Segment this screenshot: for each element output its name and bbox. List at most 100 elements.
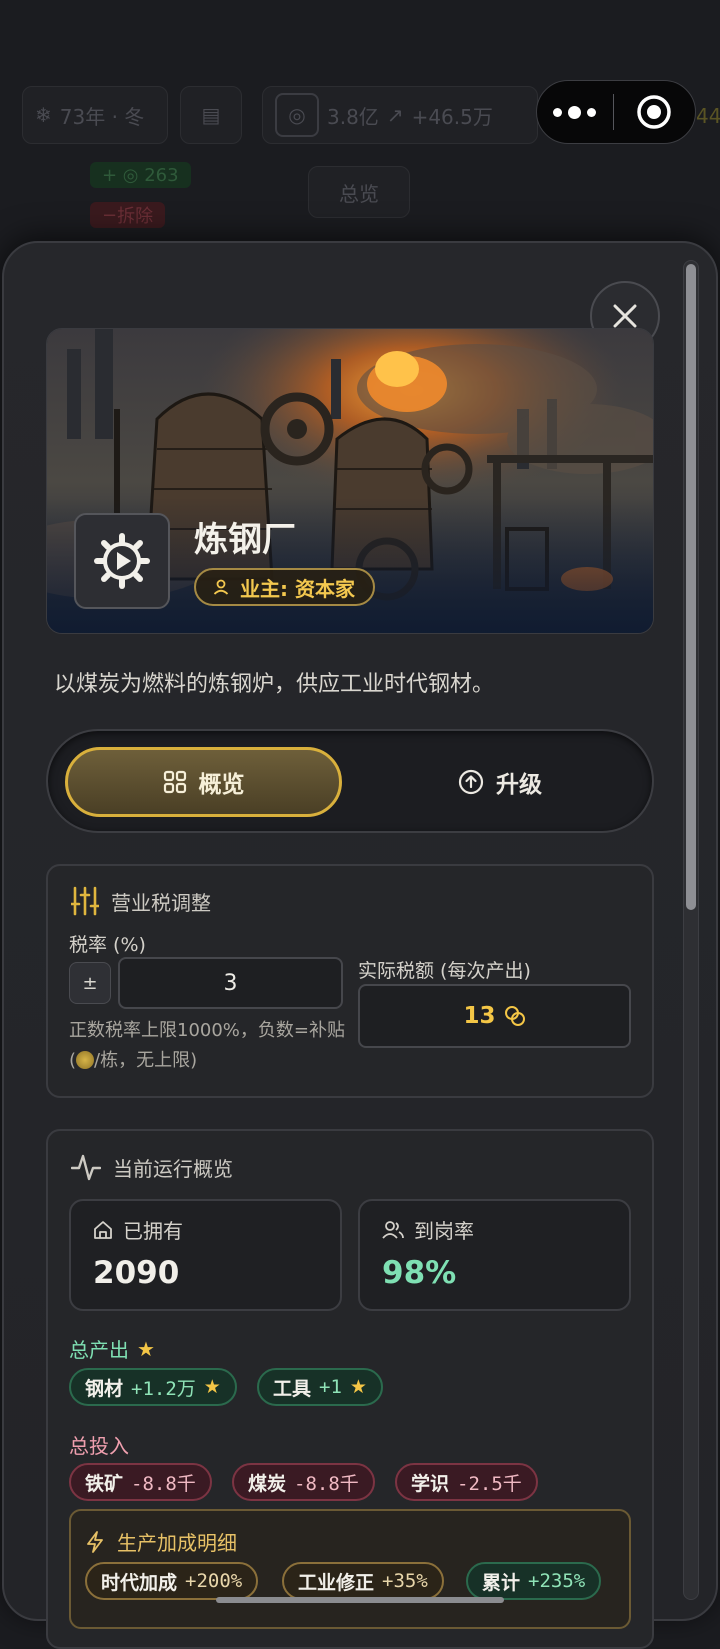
- owned-stat: 已拥有 2090: [69, 1199, 342, 1311]
- mini-program-capsule: [536, 80, 696, 144]
- trend-icon: ↗: [386, 103, 404, 127]
- activity-icon: [71, 1154, 101, 1181]
- arrow-up-circle-icon: [458, 769, 484, 795]
- actual-tax-label: 实际税额 (每次产出): [358, 960, 531, 982]
- bonus-value: +200%: [185, 1570, 243, 1592]
- tax-hint-text-2: /栋，无上限): [94, 1050, 198, 1071]
- year-text: 73年 · 冬: [59, 104, 145, 129]
- bonus-title-text: 生产加成明细: [117, 1531, 237, 1555]
- bonus-pill-total: 累计 +235%: [466, 1562, 602, 1600]
- input-name: 学识: [411, 1472, 450, 1495]
- target-icon: [637, 95, 671, 129]
- attendance-stat: 到岗率 98%: [358, 1199, 631, 1311]
- attendance-label-text: 到岗率: [414, 1219, 474, 1243]
- home-icon: [94, 1220, 112, 1239]
- owned-label-text: 已拥有: [123, 1219, 183, 1243]
- bonus-pill-industry: 工业修正 +35%: [282, 1562, 444, 1600]
- input-name: 煤炭: [248, 1472, 287, 1495]
- owned-value: 2090: [93, 1255, 180, 1291]
- bonus-name: 工业修正: [298, 1571, 375, 1594]
- input-pill-iron: 铁矿 -8.8千: [69, 1463, 212, 1501]
- right-number: 44: [696, 104, 720, 128]
- money-trend-text: +46.5万: [411, 104, 493, 129]
- overview-bg-button: 总览: [308, 166, 410, 218]
- output-value: +1.2万: [131, 1377, 196, 1400]
- tab-overview[interactable]: 概览: [65, 747, 342, 817]
- star-icon: ★: [203, 1376, 221, 1398]
- overview-title-text: 当前运行概览: [113, 1156, 233, 1181]
- output-value: +1: [319, 1376, 342, 1398]
- demolish-chip: − 拆除: [90, 202, 166, 228]
- bonus-value: +235%: [528, 1570, 586, 1592]
- sign-toggle-button[interactable]: ±: [69, 962, 111, 1004]
- output-name: 工具: [273, 1377, 312, 1400]
- building-description: 以煤炭为燃料的炼钢炉，供应工业时代钢材。: [54, 672, 495, 697]
- ledger-chip: ▤: [180, 86, 242, 144]
- coins-icon: ◎: [275, 93, 319, 137]
- dot-icon: [568, 105, 582, 119]
- sliders-icon: [71, 886, 99, 916]
- coin-icon: [76, 1051, 95, 1069]
- snowflake-icon: ❄: [35, 103, 52, 127]
- building-icon-tile: [74, 513, 170, 609]
- green-count-chip: + ◎ 263: [90, 162, 191, 188]
- output-name: 钢材: [85, 1377, 124, 1400]
- tax-card-title: 营业税调整: [71, 886, 211, 916]
- tax-rate-input[interactable]: [118, 957, 343, 1009]
- attendance-value: 98%: [382, 1255, 457, 1291]
- overview-bg-text: 总览: [339, 181, 379, 206]
- building-name: 炼钢厂: [194, 520, 296, 560]
- close-icon: [613, 304, 637, 328]
- input-value: -8.8千: [131, 1472, 196, 1495]
- bonus-value: +35%: [382, 1570, 428, 1592]
- tab-upgrade[interactable]: 升级: [362, 747, 638, 817]
- lightning-icon: [87, 1530, 103, 1553]
- overview-card-title: 当前运行概览: [71, 1152, 233, 1182]
- owner-text: 业主: 资本家: [240, 576, 355, 601]
- tab-overview-label: 概览: [198, 772, 245, 798]
- dot-icon: [553, 107, 563, 117]
- money-text: 3.8亿: [327, 104, 379, 129]
- ledger-icon: ▤: [201, 103, 221, 127]
- minus-icon: −: [102, 204, 118, 226]
- tax-rate-label: 税率 (%): [69, 934, 146, 956]
- star-icon: ★: [349, 1376, 367, 1398]
- owner-badge: 业主: 资本家: [194, 568, 375, 606]
- home-indicator[interactable]: [216, 1597, 504, 1603]
- green-count: 263: [144, 164, 179, 186]
- demolish-text: 拆除: [117, 206, 154, 227]
- exit-button[interactable]: [614, 93, 695, 131]
- star-icon: ★: [137, 1336, 155, 1361]
- bonus-name: 时代加成: [101, 1571, 178, 1594]
- users-icon: [382, 1220, 404, 1239]
- tax-title-text: 营业税调整: [111, 890, 211, 915]
- input-value: -2.5千: [457, 1472, 522, 1495]
- year-chip: ❄ 73年 · 冬: [22, 86, 168, 144]
- tax-hint: 正数税率上限1000%，负数=补贴(/栋，无上限): [69, 1016, 349, 1076]
- output-pill-tools: 工具 +1 ★: [257, 1368, 383, 1406]
- tab-upgrade-label: 升级: [496, 772, 542, 798]
- input-pill-knowledge: 学识 -2.5千: [395, 1463, 538, 1501]
- coins-icon: [504, 1006, 525, 1026]
- bonus-pill-era: 时代加成 +200%: [85, 1562, 259, 1600]
- bonus-title: 生产加成明细: [85, 1527, 237, 1556]
- owned-label: 已拥有: [93, 1215, 183, 1244]
- grid-icon: [163, 770, 186, 794]
- scrollbar-thumb[interactable]: [686, 264, 696, 910]
- money-chip: ◎ 3.8亿 ↗ +46.5万: [262, 86, 538, 144]
- actual-tax-number: 13: [463, 1003, 496, 1029]
- output-label-text: 总产出: [69, 1338, 129, 1362]
- input-value: -8.8千: [294, 1472, 359, 1495]
- dot-icon: [587, 107, 597, 117]
- output-pill-steel: 钢材 +1.2万 ★: [69, 1368, 237, 1406]
- more-button[interactable]: [537, 105, 613, 119]
- actual-tax-value: 13: [358, 984, 631, 1048]
- gear-play-icon: [94, 533, 150, 589]
- bonus-name: 累计: [482, 1571, 521, 1594]
- attendance-label: 到岗率: [382, 1215, 474, 1244]
- input-name: 铁矿: [85, 1472, 124, 1495]
- plus-icon: + ◎: [102, 164, 145, 186]
- output-label: 总产出 ★: [69, 1334, 155, 1363]
- input-label: 总投入: [69, 1434, 129, 1458]
- user-icon: [213, 579, 229, 595]
